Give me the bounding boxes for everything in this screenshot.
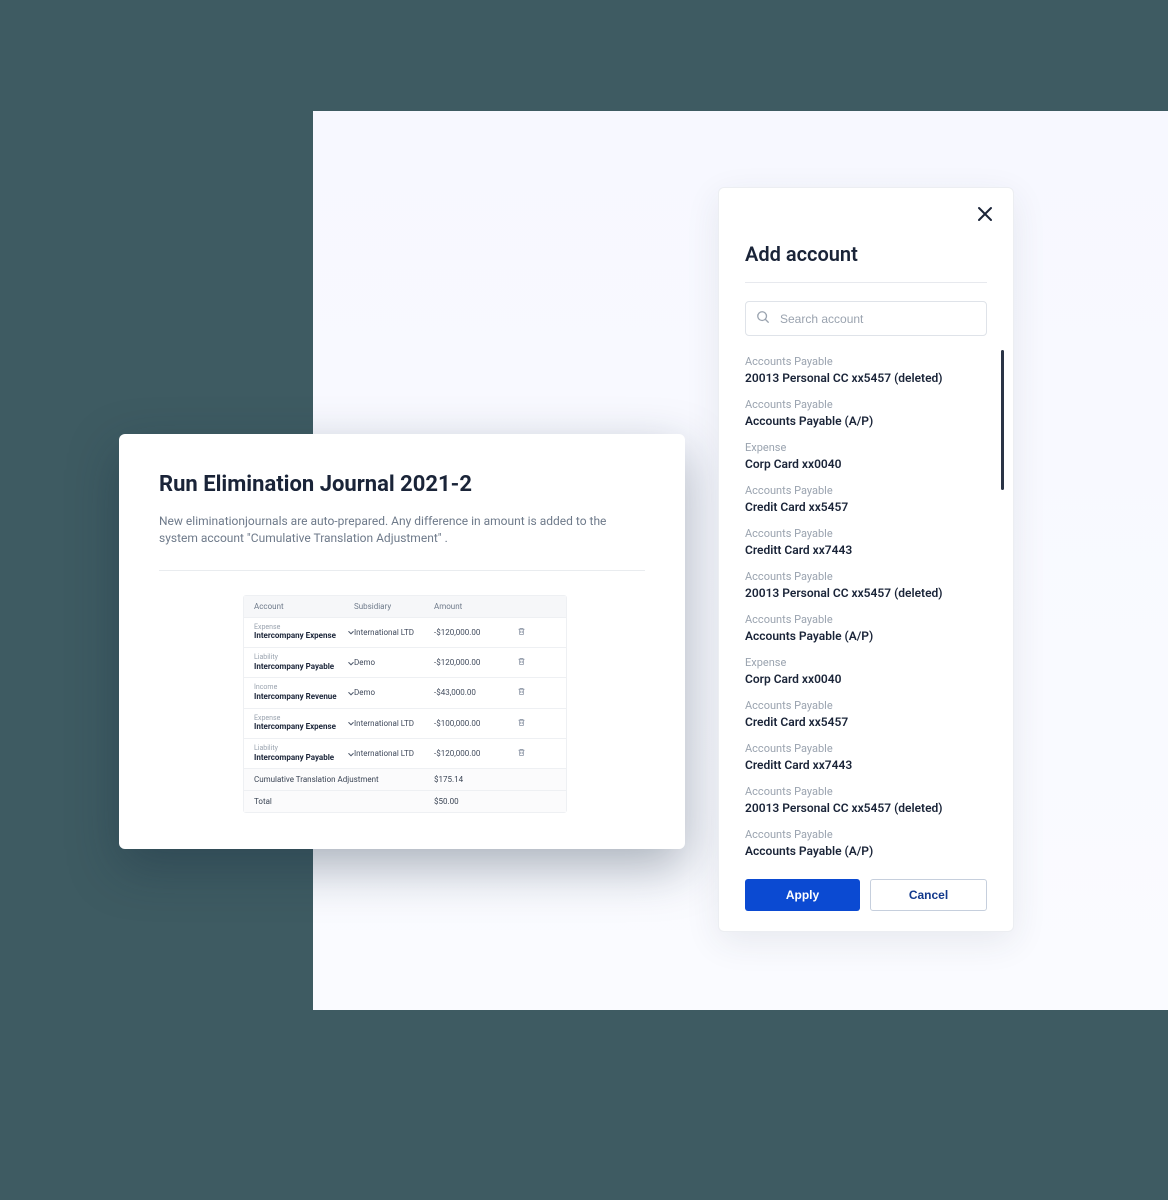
subsidiary-cell: International LTD [354,628,434,637]
elimination-journal-modal: Run Elimination Journal 2021-2 New elimi… [119,434,685,849]
list-item-name: 20013 Personal CC xx5457 (deleted) [745,585,991,601]
search-input-wrap[interactable] [745,301,987,336]
account-name: Intercompany Expense [254,631,336,641]
account-select[interactable]: Income Intercompany Revenue [254,684,354,701]
table-row: Liability Intercompany Payable Demo -$12… [244,648,566,678]
list-item-type: Accounts Payable [745,828,991,843]
list-item-name: Corp Card xx0040 [745,456,991,472]
account-name: Intercompany Payable [254,753,334,763]
trash-icon[interactable] [517,657,526,666]
account-select[interactable]: Liability Intercompany Payable [254,745,354,762]
list-item-type: Accounts Payable [745,527,991,542]
list-item-name: Accounts Payable (A/P) [745,843,991,859]
list-item[interactable]: Accounts Payable Creditt Card xx7443 [745,737,991,780]
close-icon[interactable] [975,204,995,224]
trash-icon[interactable] [517,627,526,636]
list-item-name: Credit Card xx5457 [745,714,991,730]
list-item-type: Expense [745,441,991,456]
list-item[interactable]: Accounts Payable Creditt Card xx7443 [745,522,991,565]
subsidiary-cell: International LTD [354,719,434,728]
list-item-name: Creditt Card xx7443 [745,757,991,773]
account-select[interactable]: Expense Intercompany Expense [254,624,354,641]
summary-label: Total [254,797,434,806]
list-item-name: Corp Card xx0040 [745,671,991,687]
divider [159,570,645,571]
list-item[interactable]: Accounts Payable 20013 Personal CC xx545… [745,780,991,823]
account-name: Intercompany Payable [254,662,334,672]
subsidiary-cell: Demo [354,688,434,697]
list-item-type: Expense [745,656,991,671]
list-item-name: Accounts Payable (A/P) [745,628,991,644]
table-row: Expense Intercompany Expense Internation… [244,709,566,739]
list-item-name: Credit Card xx5457 [745,499,991,515]
list-item-name: Creditt Card xx7443 [745,542,991,558]
summary-row: Total $50.00 [244,791,566,812]
list-item-name: 20013 Personal CC xx5457 (deleted) [745,370,991,386]
th-account: Account [254,602,354,611]
summary-amount: $175.14 [434,775,504,784]
table-row: Liability Intercompany Payable Internati… [244,739,566,769]
scrollbar[interactable] [1001,350,1004,490]
search-icon [756,310,780,327]
account-type: Liability [254,654,334,662]
summary-label: Cumulative Translation Adjustment [254,775,434,784]
list-item-type: Accounts Payable [745,613,991,628]
account-list[interactable]: Accounts Payable 20013 Personal CC xx545… [745,350,1005,865]
amount-cell: -$43,000.00 [434,688,504,697]
list-item[interactable]: Expense Corp Card xx0040 [745,651,991,694]
table-header-row: Account Subsidiary Amount [244,596,566,618]
list-item[interactable]: Accounts Payable Accounts Payable (A/P) [745,823,991,865]
cancel-button[interactable]: Cancel [870,879,987,911]
account-type: Income [254,684,337,692]
table-row: Income Intercompany Revenue Demo -$43,00… [244,678,566,708]
table-row: Expense Intercompany Expense Internation… [244,618,566,648]
list-item-name: Accounts Payable (A/P) [745,413,991,429]
add-account-panel: Add account Accounts Payable 20013 Perso… [718,187,1014,932]
journal-table: Account Subsidiary Amount Expense Interc… [243,595,567,813]
account-name: Intercompany Expense [254,722,336,732]
th-amount: Amount [434,602,504,611]
list-item[interactable]: Accounts Payable 20013 Personal CC xx545… [745,565,991,608]
add-account-title: Add account [745,242,987,266]
amount-cell: -$120,000.00 [434,658,504,667]
account-type: Expense [254,715,336,723]
subsidiary-cell: International LTD [354,749,434,758]
list-item-type: Accounts Payable [745,699,991,714]
amount-cell: -$120,000.00 [434,628,504,637]
account-select[interactable]: Liability Intercompany Payable [254,654,354,671]
list-item-type: Accounts Payable [745,570,991,585]
search-input[interactable] [780,312,976,326]
list-item-type: Accounts Payable [745,484,991,499]
trash-icon[interactable] [517,748,526,757]
list-item[interactable]: Expense Corp Card xx0040 [745,436,991,479]
list-item[interactable]: Accounts Payable Credit Card xx5457 [745,479,991,522]
list-item-name: 20013 Personal CC xx5457 (deleted) [745,800,991,816]
list-item-type: Accounts Payable [745,742,991,757]
trash-icon[interactable] [517,718,526,727]
list-item[interactable]: Accounts Payable Accounts Payable (A/P) [745,393,991,436]
list-item-type: Accounts Payable [745,785,991,800]
journal-title: Run Elimination Journal 2021-2 [159,472,645,497]
list-item[interactable]: Accounts Payable Credit Card xx5457 [745,694,991,737]
account-name: Intercompany Revenue [254,692,337,702]
trash-icon[interactable] [517,687,526,696]
account-type: Liability [254,745,334,753]
subsidiary-cell: Demo [354,658,434,667]
list-item[interactable]: Accounts Payable 20013 Personal CC xx545… [745,350,991,393]
th-subsidiary: Subsidiary [354,602,434,611]
summary-amount: $50.00 [434,797,504,806]
list-item-type: Accounts Payable [745,398,991,413]
apply-button[interactable]: Apply [745,879,860,911]
list-item-type: Accounts Payable [745,355,991,370]
divider [745,282,987,283]
amount-cell: -$100,000.00 [434,719,504,728]
amount-cell: -$120,000.00 [434,749,504,758]
list-item[interactable]: Accounts Payable Accounts Payable (A/P) [745,608,991,651]
account-select[interactable]: Expense Intercompany Expense [254,715,354,732]
account-type: Expense [254,624,336,632]
summary-row: Cumulative Translation Adjustment $175.1… [244,769,566,791]
journal-description: New eliminationjournals are auto-prepare… [159,513,629,548]
